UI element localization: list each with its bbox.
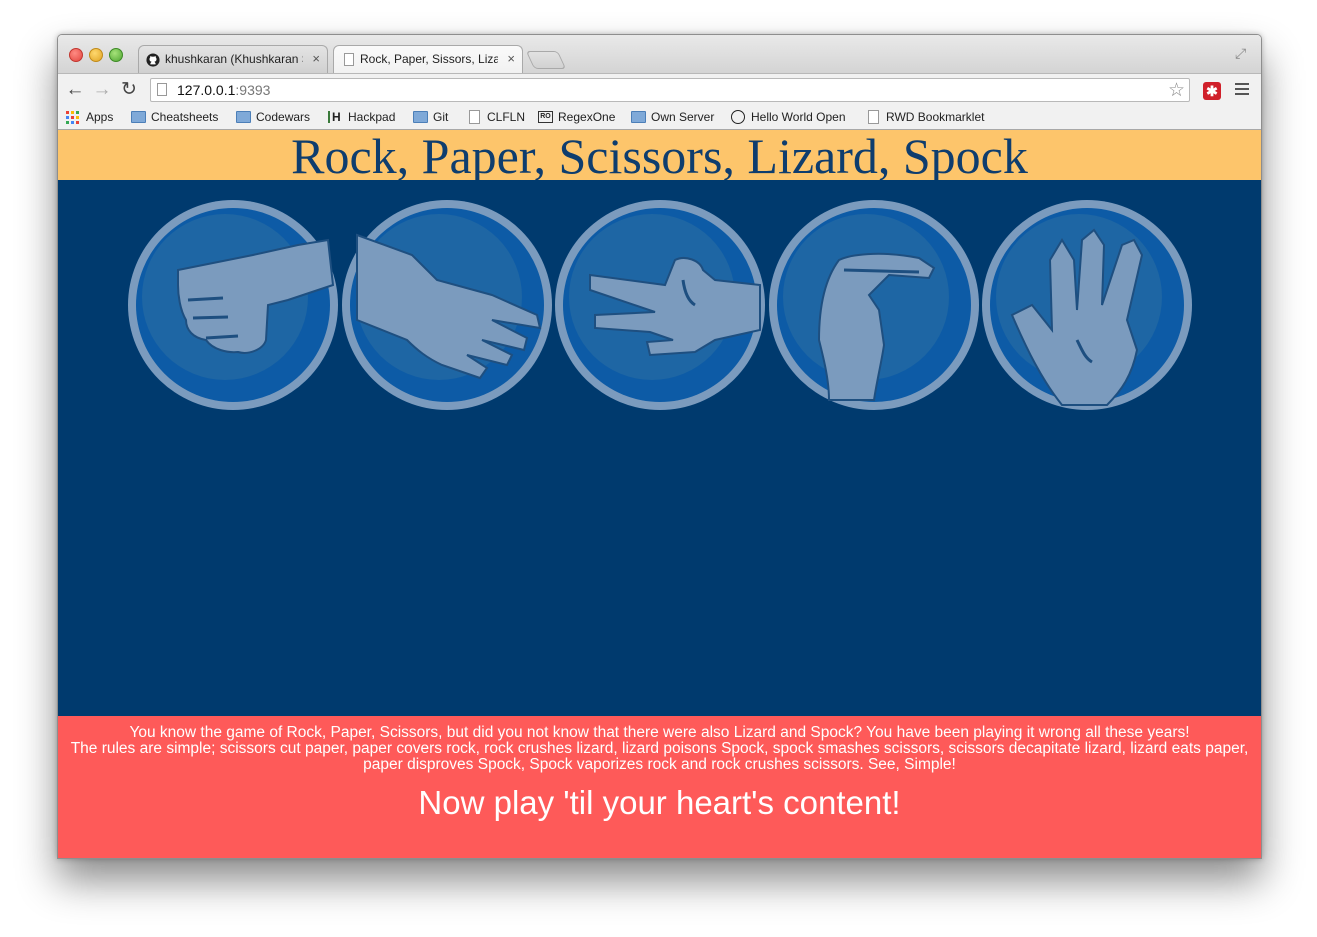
scissors-choice-button[interactable]	[555, 200, 765, 410]
folder-icon	[413, 111, 428, 123]
bookmark-label: Codewars	[256, 110, 311, 124]
back-icon[interactable]: ←	[64, 79, 86, 101]
bookmark-own-server[interactable]: Own Server	[631, 110, 714, 124]
bookmark-cheatsheets[interactable]: Cheatsheets	[131, 110, 218, 124]
browser-window: khushkaran (Khushkaran S × Rock, Paper, …	[57, 34, 1262, 859]
url-port: :9393	[235, 82, 271, 98]
page-content: Rock, Paper, Scissors, Lizard, Spock You…	[58, 130, 1261, 858]
rock-fist-icon	[177, 238, 335, 354]
github-icon	[146, 53, 160, 67]
fullscreen-icon[interactable]: ⤢	[1235, 45, 1251, 61]
lizard-choice-button[interactable]	[769, 200, 979, 410]
toolbar: ← → ↻ 127.0.0.1:9393 ☆ ✱	[58, 73, 1261, 108]
bookmarks-bar: Apps Cheatsheets Codewars H Hackpad Git …	[58, 107, 1261, 130]
spock-hand-icon	[1010, 228, 1144, 406]
page-icon	[469, 110, 480, 124]
apps-grid-icon	[66, 111, 81, 124]
lizard-hand-icon	[817, 252, 936, 401]
hackpad-icon: H	[328, 111, 343, 123]
bookmark-label: Cheatsheets	[151, 110, 219, 124]
bookmark-label: Own Server	[651, 110, 715, 124]
bookmark-label: Hello World Open	[751, 110, 846, 124]
call-to-action-text: Now play 'til your heart's content!	[418, 784, 901, 821]
tab-rpsls[interactable]: Rock, Paper, Sissors, Lizard ×	[333, 45, 523, 73]
intro-text: You know the game of Rock, Paper, Scisso…	[129, 724, 1190, 741]
bookmark-git[interactable]: Git	[413, 110, 448, 124]
bookmark-star-icon[interactable]: ☆	[1168, 79, 1185, 102]
page-icon	[868, 110, 879, 124]
tab-close-icon[interactable]: ×	[507, 51, 515, 66]
spock-choice-button[interactable]	[982, 200, 1192, 410]
bookmark-label: Apps	[86, 110, 114, 124]
lastpass-extension-icon[interactable]: ✱	[1203, 82, 1221, 100]
close-window-button[interactable]	[69, 48, 83, 62]
folder-icon	[236, 111, 251, 123]
scissors-hand-icon	[589, 257, 761, 357]
rules-text: The rules are simple; scissors cut paper…	[70, 740, 1249, 773]
bookmark-clfln[interactable]: CLFLN	[467, 110, 525, 124]
zoom-window-button[interactable]	[109, 48, 123, 62]
folder-icon	[631, 111, 646, 123]
page-header: Rock, Paper, Scissors, Lizard, Spock	[58, 128, 1261, 184]
rock-choice-button[interactable]	[128, 200, 338, 410]
folder-icon	[131, 111, 146, 123]
paper-choice-button[interactable]	[342, 200, 552, 410]
bookmark-regexone[interactable]: RO RegexOne	[538, 110, 615, 124]
bookmark-label: RegexOne	[558, 110, 616, 124]
page-icon	[344, 53, 354, 66]
bookmark-codewars[interactable]: Codewars	[236, 110, 310, 124]
reload-icon[interactable]: ↻	[118, 79, 140, 101]
tab-title: Rock, Paper, Sissors, Lizard	[360, 52, 498, 66]
game-area	[58, 180, 1261, 716]
bookmark-hackpad[interactable]: H Hackpad	[328, 110, 395, 124]
menu-icon[interactable]	[1235, 83, 1249, 98]
tab-title: khushkaran (Khushkaran S	[165, 52, 303, 66]
url-text: 127.0.0.1:9393	[177, 82, 270, 98]
paper-hand-icon	[356, 233, 542, 380]
page-footer: You know the game of Rock, Paper, Scisso…	[58, 716, 1261, 858]
tab-github[interactable]: khushkaran (Khushkaran S ×	[138, 45, 328, 73]
bookmark-label: Hackpad	[348, 110, 396, 124]
url-host: 127.0.0.1	[177, 82, 236, 98]
minimize-window-button[interactable]	[89, 48, 103, 62]
regexone-icon: RO	[538, 111, 553, 123]
forward-icon[interactable]: →	[91, 79, 113, 101]
new-tab-button[interactable]	[525, 51, 567, 69]
bookmark-label: RWD Bookmarklet	[886, 110, 985, 124]
page-title: Rock, Paper, Scissors, Lizard, Spock	[291, 128, 1028, 184]
tab-close-icon[interactable]: ×	[312, 51, 320, 66]
tab-strip: khushkaran (Khushkaran S × Rock, Paper, …	[58, 35, 1261, 73]
bookmark-rwd-bookmarklet[interactable]: RWD Bookmarklet	[866, 110, 984, 124]
hwo-icon	[731, 110, 745, 124]
bookmark-apps[interactable]: Apps	[66, 110, 113, 124]
bookmark-hello-world-open[interactable]: Hello World Open	[731, 110, 846, 124]
address-bar[interactable]: 127.0.0.1:9393 ☆	[150, 78, 1190, 102]
bookmark-label: CLFLN	[487, 110, 526, 124]
page-icon	[157, 83, 167, 96]
bookmark-label: Git	[433, 110, 449, 124]
